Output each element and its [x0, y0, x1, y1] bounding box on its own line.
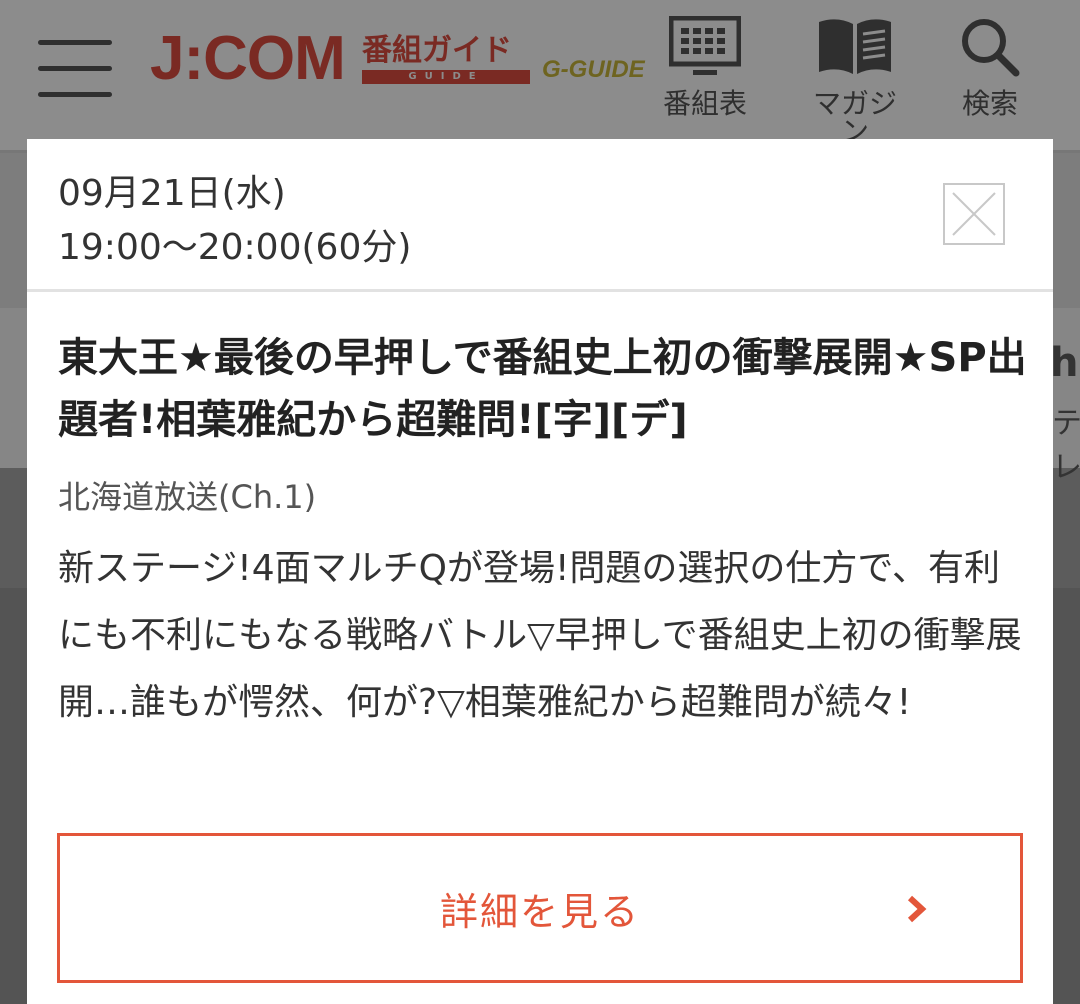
nav-label: 番組表	[662, 87, 747, 120]
chevron-right-icon	[907, 895, 927, 923]
bg-channel-peek-2: テレ	[1052, 406, 1080, 485]
nav-search[interactable]: 検索	[935, 10, 1045, 118]
guide-logo-text: 番組ガイド	[362, 33, 512, 68]
magazine-icon	[800, 10, 910, 84]
program-title: 東大王★最後の早押しで番組史上初の衝撃展開★SP出題者!相葉雅紀から超難問![字…	[58, 335, 1027, 443]
popup-header: 09月21日(水) 19:00〜20:00(60分)	[27, 139, 1053, 292]
app-header: J:COM 番組ガイド GUIDE G-GUIDE 番組表 マガジン 検索	[0, 0, 1080, 153]
search-icon	[935, 10, 1045, 84]
close-icon	[952, 192, 996, 236]
program-description: 新ステージ!4面マルチQが登場!問題の選択の仕方で、有利にも不利にもなる戦略バト…	[58, 548, 1022, 723]
tv-guide-icon	[650, 10, 760, 84]
air-time: 19:00〜20:00(60分)	[58, 227, 412, 268]
program-popup: 09月21日(水) 19:00〜20:00(60分) 東大王★最後の早押しで番組…	[27, 139, 1053, 1004]
nav-label: 検索	[961, 87, 1018, 120]
airtime: 09月21日(水) 19:00〜20:00(60分)	[58, 167, 411, 275]
g-guide-logo: G-GUIDE	[542, 56, 645, 83]
channel-name: 北海道放送(Ch.1)	[58, 478, 317, 516]
close-button[interactable]	[943, 183, 1005, 245]
nav-tv-guide[interactable]: 番組表	[650, 10, 760, 118]
nav-magazine[interactable]: マガジン	[800, 10, 910, 146]
view-details-button[interactable]: 詳細を見る	[57, 833, 1023, 983]
guide-logo-en: GUIDE	[362, 70, 530, 84]
view-details-label: 詳細を見る	[439, 889, 640, 934]
bg-channel-peek: h.5	[1050, 340, 1080, 386]
menu-icon[interactable]	[38, 40, 112, 100]
guide-logo: 番組ガイド GUIDE	[362, 36, 530, 84]
jcom-logo[interactable]: J:COM	[150, 28, 346, 90]
nav-label: マガジン	[812, 87, 897, 148]
air-date: 09月21日(水)	[58, 173, 286, 214]
